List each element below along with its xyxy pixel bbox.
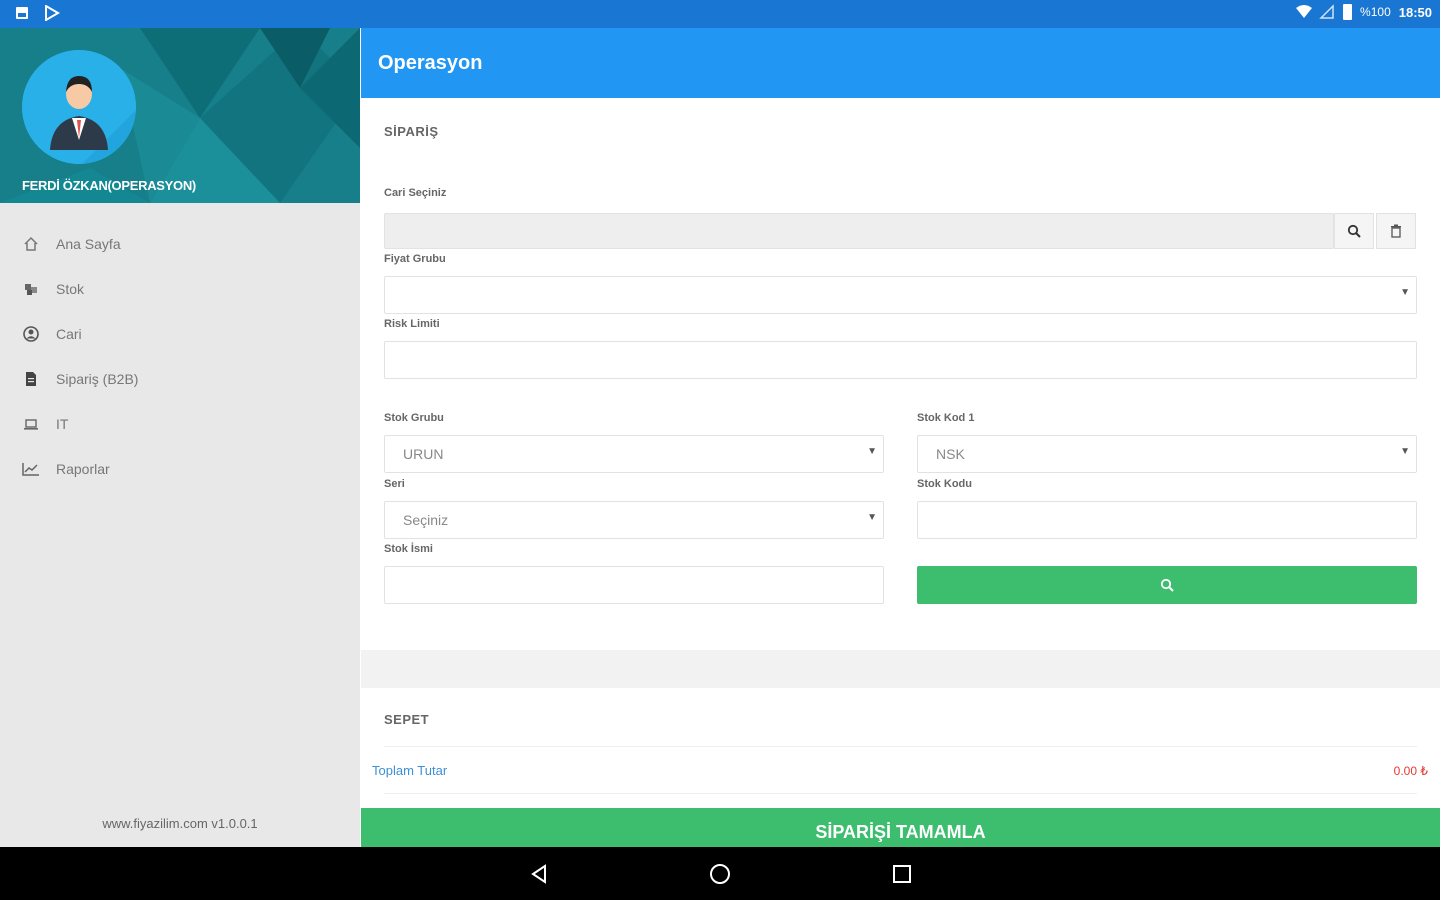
version-footer: www.fiyazilim.com v1.0.0.1 (102, 816, 258, 831)
main-content: Operasyon SİPARİŞ Cari Seçiniz Fiyat Gru… (361, 28, 1440, 847)
nav-item-siparis-b2b[interactable]: Sipariş (B2B) (0, 356, 360, 401)
signal-icon (1319, 4, 1335, 20)
divider (384, 746, 1417, 747)
user-name: FERDİ ÖZKAN(OPERASYON) (22, 178, 196, 193)
search-icon (1160, 578, 1174, 592)
nav-menu: Ana Sayfa Stok Cari Sipariş (B2B) IT Rap… (0, 221, 360, 491)
stock-search-button[interactable] (917, 566, 1417, 604)
drawer-header: FERDİ ÖZKAN(OPERASYON) (0, 28, 360, 203)
home-icon (22, 235, 40, 253)
nav-item-raporlar[interactable]: Raporlar (0, 446, 360, 491)
nav-item-ana-sayfa[interactable]: Ana Sayfa (0, 221, 360, 266)
stok-ismi-input[interactable] (384, 566, 884, 604)
line-chart-icon (22, 460, 40, 478)
cart-section-title: SEPET (384, 712, 430, 727)
cari-clear-button[interactable] (1376, 213, 1416, 249)
seri-value: Seçiniz (403, 512, 449, 528)
seri-label: Seri (384, 478, 405, 490)
stok-kod1-select[interactable]: NSK ▼ (917, 435, 1417, 473)
nav-label: Stok (56, 280, 85, 297)
divider (384, 793, 1417, 794)
stok-kod1-label: Stok Kod 1 (917, 412, 975, 424)
nav-label: Sipariş (B2B) (56, 370, 139, 387)
section-divider (361, 650, 1440, 688)
caret-down-icon: ▼ (867, 512, 877, 523)
fiyat-grubu-select[interactable]: ▼ (384, 276, 1417, 314)
battery-icon (1343, 4, 1353, 20)
stok-grubu-label: Stok Grubu (384, 412, 444, 424)
stok-ismi-label: Stok İsmi (384, 543, 433, 555)
order-section-title: SİPARİŞ (384, 124, 439, 139)
play-store-icon (44, 4, 60, 22)
notification-icon (14, 5, 30, 21)
file-icon (22, 370, 40, 388)
nav-label: Raporlar (56, 460, 110, 477)
nav-item-it[interactable]: IT (0, 401, 360, 446)
caret-down-icon: ▼ (867, 446, 877, 457)
cubes-icon (22, 280, 40, 298)
seri-select[interactable]: Seçiniz ▼ (384, 501, 884, 539)
stok-kodu-input[interactable] (917, 501, 1417, 539)
caret-down-icon: ▼ (1400, 446, 1410, 457)
wifi-icon (1295, 4, 1313, 20)
total-label: Toplam Tutar (372, 763, 448, 778)
system-nav-bar (0, 847, 1440, 900)
cari-input[interactable] (384, 213, 1334, 249)
page-title: Operasyon (378, 51, 483, 74)
status-bar: %100 18:50 (0, 0, 1440, 28)
search-icon (1347, 224, 1361, 238)
cari-search-button[interactable] (1334, 213, 1374, 249)
back-triangle-icon (531, 864, 546, 884)
cari-label: Cari Seçiniz (384, 187, 447, 199)
user-circle-icon (22, 325, 40, 343)
stok-grubu-value: URUN (403, 446, 444, 462)
stok-kod1-value: NSK (936, 446, 965, 462)
nav-item-stok[interactable]: Stok (0, 266, 360, 311)
home-circle-icon (710, 864, 730, 884)
laptop-icon (22, 415, 40, 433)
nav-label: IT (56, 415, 69, 432)
fiyat-grubu-label: Fiyat Grubu (384, 253, 446, 265)
stok-grubu-select[interactable]: URUN ▼ (384, 435, 884, 473)
navigation-drawer: FERDİ ÖZKAN(OPERASYON) Ana Sayfa Stok Ca… (0, 28, 360, 847)
nav-item-cari[interactable]: Cari (0, 311, 360, 356)
nav-label: Ana Sayfa (56, 235, 121, 252)
complete-order-button[interactable]: SİPARİŞİ TAMAMLA (361, 808, 1440, 847)
risk-limiti-label: Risk Limiti (384, 318, 440, 330)
home-button[interactable] (707, 861, 733, 887)
avatar (22, 50, 136, 164)
app-bar: Operasyon (361, 28, 1440, 98)
trash-icon (1391, 224, 1401, 238)
caret-down-icon: ▼ (1400, 287, 1410, 298)
risk-limiti-input[interactable] (384, 341, 1417, 379)
back-button[interactable] (526, 861, 552, 887)
recents-button[interactable] (889, 861, 915, 887)
clock: 18:50 (1398, 4, 1432, 20)
battery-level: %100 (1360, 5, 1391, 19)
total-value: 0.00 ₺ (1393, 764, 1428, 778)
nav-label: Cari (56, 325, 82, 342)
stok-kodu-label: Stok Kodu (917, 478, 972, 490)
recents-square-icon (893, 865, 911, 883)
